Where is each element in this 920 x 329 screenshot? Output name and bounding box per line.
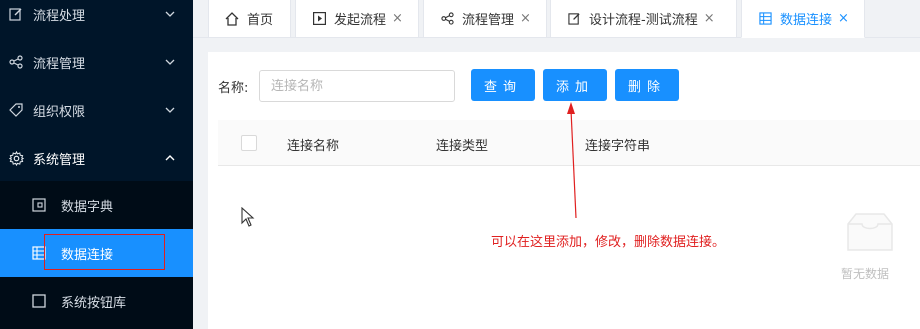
database-icon: [758, 12, 772, 26]
tab-data-connection[interactable]: 数据连接 ×: [741, 0, 865, 38]
close-icon[interactable]: ×: [392, 11, 403, 26]
highlight-box: [44, 234, 165, 270]
name-label: 名称:: [218, 81, 249, 96]
edit-icon: [8, 6, 24, 22]
edit-icon: [567, 12, 581, 26]
close-icon[interactable]: ×: [520, 11, 531, 26]
tab-label: 发起流程: [334, 13, 387, 28]
query-button[interactable]: 查询: [471, 69, 535, 101]
sidebar: 流程处理 流程管理 组织权限 系统管理 数据字典 数据连接 系统按钮库: [0, 0, 193, 329]
empty-inbox-icon: [847, 213, 893, 251]
gear-icon: [8, 150, 24, 166]
sidebar-item-org-permissions[interactable]: 组织权限: [0, 86, 193, 134]
play-icon: [312, 12, 326, 26]
mouse-cursor-icon: [241, 207, 255, 227]
select-all-checkbox[interactable]: [241, 135, 257, 151]
column-header-connection-name: 连接名称: [287, 139, 340, 154]
chevron-down-icon: [165, 105, 175, 115]
delete-button[interactable]: 删除: [615, 69, 679, 101]
tab-label: 设计流程-测试流程: [589, 13, 698, 28]
home-icon: [225, 11, 239, 26]
tab-label: 首页: [247, 13, 274, 28]
column-header-connection-type: 连接类型: [436, 139, 489, 154]
tab-home[interactable]: 首页: [208, 0, 291, 38]
sidebar-item-label: 系统按钮库: [61, 295, 127, 311]
app-root: 流程处理 流程管理 组织权限 系统管理 数据字典 数据连接 系统按钮库 首页 发…: [0, 0, 920, 329]
close-icon[interactable]: ×: [838, 11, 849, 26]
sidebar-item-system-button-library[interactable]: 系统按钮库: [0, 277, 193, 325]
share-icon: [440, 12, 454, 26]
sidebar-item-label: 数据字典: [61, 199, 114, 215]
tab-process-management[interactable]: 流程管理 ×: [423, 0, 547, 38]
sidebar-item-label: 流程处理: [33, 8, 86, 24]
share-icon: [8, 54, 24, 70]
tab-start-process[interactable]: 发起流程 ×: [295, 0, 419, 38]
sidebar-item-system-management[interactable]: 系统管理: [0, 134, 193, 182]
close-icon[interactable]: ×: [704, 11, 715, 26]
sidebar-item-data-dictionary[interactable]: 数据字典: [0, 181, 193, 229]
add-button[interactable]: 添加: [543, 69, 607, 101]
tab-label: 数据连接: [780, 13, 833, 28]
chevron-up-icon: [165, 153, 175, 163]
empty-text: 暂无数据: [841, 267, 890, 281]
connection-name-input[interactable]: [259, 70, 455, 102]
sidebar-item-process-handling[interactable]: 流程处理: [0, 0, 193, 38]
square-icon: [32, 294, 46, 308]
dictionary-icon: [32, 198, 46, 212]
chevron-down-icon: [165, 9, 175, 19]
sidebar-item-label: 组织权限: [33, 104, 86, 120]
column-header-connection-string: 连接字符串: [585, 139, 651, 154]
sidebar-item-label: 流程管理: [33, 56, 86, 72]
tag-icon: [8, 102, 24, 118]
sidebar-item-process-management[interactable]: 流程管理: [0, 38, 193, 86]
tab-design-process[interactable]: 设计流程-测试流程 ×: [550, 0, 737, 38]
chevron-down-icon: [165, 57, 175, 67]
annotation-text: 可以在这里添加，修改，删除数据连接。: [491, 235, 726, 250]
tab-label: 流程管理: [462, 13, 515, 28]
sidebar-item-label: 系统管理: [33, 152, 86, 168]
